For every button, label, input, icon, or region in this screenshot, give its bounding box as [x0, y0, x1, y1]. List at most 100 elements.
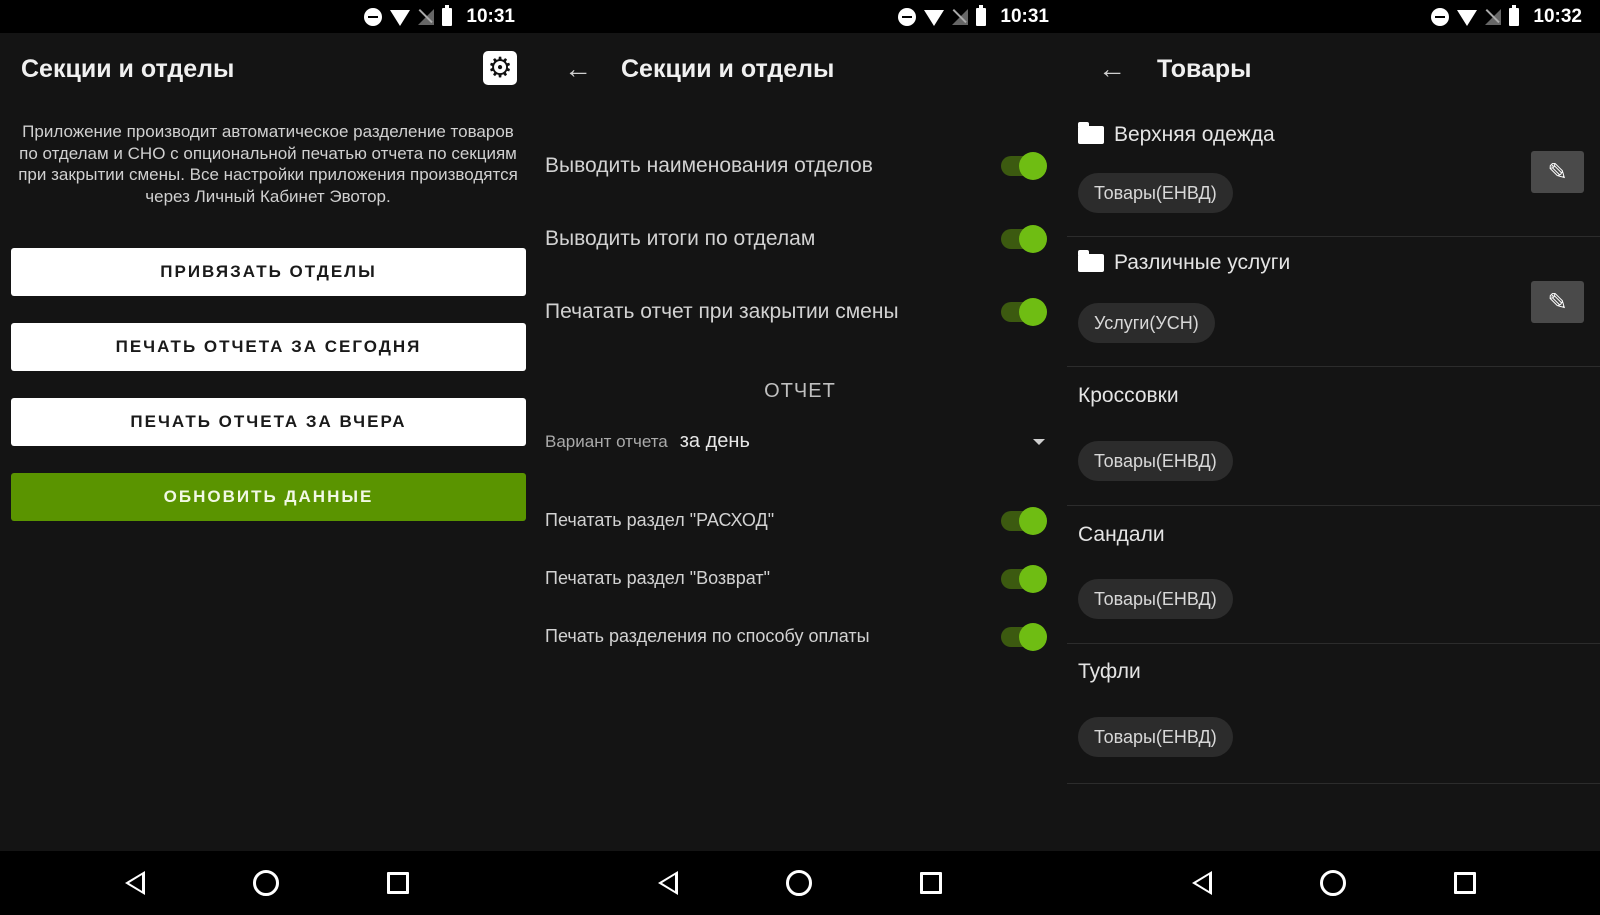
setting-print-expense-section: Печатать раздел "РАСХОД" — [545, 506, 1047, 535]
recent-square-icon[interactable] — [920, 872, 942, 894]
status-bar: 10:31 — [533, 0, 1067, 33]
group-name: Различные услуги — [1078, 250, 1291, 275]
list-item[interactable]: Туфли Товары(ЕНВД) — [1067, 644, 1600, 784]
group-title: Различные услуги — [1114, 251, 1291, 274]
wifi-icon — [390, 9, 411, 26]
no-sim-icon — [1485, 8, 1502, 25]
setting-label: Выводить наименования отделов — [545, 154, 873, 177]
back-triangle-icon[interactable] — [658, 871, 678, 895]
toggle-switch[interactable] — [1001, 298, 1047, 326]
back-triangle-icon[interactable] — [1191, 871, 1212, 895]
toggle-knob — [1019, 564, 1047, 593]
back-triangle-icon[interactable] — [124, 871, 145, 895]
screen-sections-main: 10:31 Секции и отделы ⚙ Приложение произ… — [0, 0, 533, 915]
list-item[interactable]: Сандали Товары(ЕНВД) — [1067, 506, 1600, 644]
setting-show-department-names: Выводить наименования отделов — [545, 152, 1047, 180]
toggle-knob — [1019, 506, 1047, 535]
no-sim-icon — [418, 8, 435, 25]
recent-square-icon[interactable] — [386, 872, 409, 894]
group-title: Верхняя одежда — [1114, 123, 1275, 146]
toggle-knob — [1019, 622, 1047, 651]
no-sim-icon — [952, 8, 969, 25]
report-section-title: ОТЧЕТ — [764, 380, 836, 402]
bind-departments-button[interactable]: ПРИВЯЗАТЬ ОТДЕЛЫ — [11, 248, 526, 296]
do-not-disturb-icon — [1431, 7, 1450, 26]
status-bar: 10:32 — [1067, 0, 1600, 33]
list-item[interactable]: Верхняя одежда Товары(ЕНВД) ✎ — [1067, 105, 1600, 237]
list-item[interactable]: Кроссовки Товары(ЕНВД) — [1067, 367, 1600, 506]
setting-label: Печатать отчет при закрытии смены — [545, 300, 899, 323]
setting-print-on-shift-close: Печатать отчет при закрытии смены — [545, 298, 1047, 326]
navigation-bar — [0, 851, 533, 915]
arrow-left-icon[interactable]: ← — [1077, 53, 1147, 85]
home-circle-icon[interactable] — [786, 870, 812, 896]
page-title: Секции и отделы — [21, 54, 235, 83]
pencil-icon: ✎ — [1547, 288, 1568, 316]
battery-icon — [442, 4, 453, 26]
toggle-switch[interactable] — [1001, 564, 1047, 593]
tax-chip: Товары(ЕНВД) — [1078, 717, 1233, 757]
status-bar: 10:31 — [0, 0, 533, 33]
page-title: Секции и отделы — [621, 54, 835, 83]
toggle-switch[interactable] — [1001, 622, 1047, 651]
wifi-icon — [924, 9, 945, 26]
print-today-report-button[interactable]: ПЕЧАТЬ ОТЧЕТА ЗА СЕГОДНЯ — [11, 323, 526, 371]
home-circle-icon[interactable] — [1319, 870, 1346, 896]
folder-icon — [1078, 250, 1104, 272]
do-not-disturb-icon — [364, 7, 383, 26]
setting-label: Печатать раздел "РАСХОД" — [545, 510, 775, 530]
wifi-icon — [1457, 9, 1478, 26]
app-bar: ← Товары — [1067, 33, 1600, 105]
group-name: Верхняя одежда — [1078, 122, 1275, 147]
recent-square-icon[interactable] — [1453, 872, 1476, 894]
report-variant-dropdown[interactable]: Вариант отчета за день — [545, 430, 1045, 453]
navigation-bar — [533, 851, 1067, 915]
do-not-disturb-icon — [898, 7, 917, 26]
edit-button[interactable]: ✎ — [1531, 151, 1584, 193]
toggle-knob — [1019, 152, 1047, 180]
setting-print-payment-split: Печать разделения по способу оплаты — [545, 622, 1047, 651]
toggle-knob — [1019, 225, 1047, 253]
status-time: 10:32 — [1533, 5, 1582, 27]
group-name: Туфли — [1078, 660, 1141, 683]
setting-print-return-section: Печатать раздел "Возврат" — [545, 564, 1047, 593]
caret-down-icon — [1033, 438, 1045, 445]
arrow-left-icon[interactable]: ← — [543, 53, 613, 85]
update-data-button[interactable]: ОБНОВИТЬ ДАННЫЕ — [11, 473, 526, 521]
setting-label: Печатать раздел "Возврат" — [545, 568, 770, 588]
group-name: Кроссовки — [1078, 384, 1179, 407]
screen-products: 10:32 ← Товары Верхняя одежда Товары(ЕНВ… — [1067, 0, 1600, 915]
setting-label: Печать разделения по способу оплаты — [545, 626, 870, 646]
app-description: Приложение производит автоматическое раз… — [18, 122, 518, 206]
page-title: Товары — [1157, 54, 1252, 83]
app-bar: ← Секции и отделы — [533, 33, 1067, 105]
toggle-switch[interactable] — [1001, 225, 1047, 253]
setting-show-department-totals: Выводить итоги по отделам — [545, 225, 1047, 253]
app-bar: Секции и отделы ⚙ — [0, 33, 533, 105]
toggle-switch[interactable] — [1001, 152, 1047, 180]
group-name: Сандали — [1078, 523, 1165, 546]
edit-button[interactable]: ✎ — [1531, 281, 1584, 323]
setting-label: Выводить итоги по отделам — [545, 227, 816, 250]
list-item[interactable]: Различные услуги Услуги(УСН) ✎ — [1067, 237, 1600, 367]
navigation-bar — [1067, 851, 1600, 915]
toggle-knob — [1019, 298, 1047, 326]
screen-sections-settings: 10:31 ← Секции и отделы Выводить наимено… — [533, 0, 1067, 915]
screens-container: 10:31 Секции и отделы ⚙ Приложение произ… — [0, 0, 1600, 915]
tax-chip: Товары(ЕНВД) — [1078, 173, 1233, 213]
tax-chip: Услуги(УСН) — [1078, 303, 1215, 343]
pencil-icon: ✎ — [1547, 158, 1568, 186]
folder-icon — [1078, 122, 1104, 144]
tax-chip: Товары(ЕНВД) — [1078, 441, 1233, 481]
gear-icon: ⚙ — [487, 52, 513, 83]
battery-icon — [1509, 4, 1520, 26]
dropdown-label: Вариант отчета — [545, 431, 668, 451]
battery-icon — [976, 4, 987, 26]
print-yesterday-report-button[interactable]: ПЕЧАТЬ ОТЧЕТА ЗА ВЧЕРА — [11, 398, 526, 446]
status-time: 10:31 — [1000, 5, 1049, 27]
dropdown-value: за день — [679, 430, 750, 452]
settings-button[interactable]: ⚙ — [483, 51, 517, 85]
toggle-switch[interactable] — [1001, 506, 1047, 535]
status-time: 10:31 — [466, 5, 515, 27]
home-circle-icon[interactable] — [252, 870, 279, 896]
